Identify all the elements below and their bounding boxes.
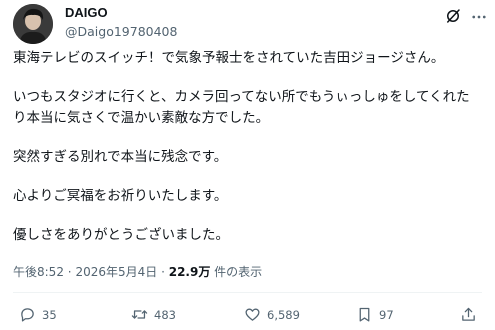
- bookmark-icon: [359, 307, 370, 322]
- views-label: 件の表示: [214, 265, 263, 279]
- more-icon[interactable]: [470, 8, 488, 26]
- tweet-paragraph: 心よりご冥福をお祈りいたします。: [13, 188, 228, 204]
- bookmark-button[interactable]: 97: [356, 306, 394, 323]
- grok-icon[interactable]: [444, 7, 462, 25]
- retweet-count: 483: [154, 307, 176, 322]
- tweet-meta: 午後8:52 · 2026年5月4日 · 22.9万 件の表示: [13, 263, 262, 281]
- tweet-paragraph: いつもスタジオに行くと、カメラ回ってない所でもうぃっしゅをしてくれたり本当に気さ…: [13, 89, 470, 126]
- like-button[interactable]: 6,589: [244, 306, 300, 323]
- like-icon: [245, 308, 260, 321]
- bookmark-count: 97: [379, 307, 394, 322]
- author-handle[interactable]: @Daigo19780408: [65, 23, 177, 40]
- reply-button[interactable]: 35: [19, 306, 57, 323]
- tweet-paragraph: 優しさをありがとうございました。: [13, 227, 229, 243]
- reply-count: 35: [42, 307, 57, 322]
- author-name[interactable]: DAIGO: [65, 4, 108, 22]
- retweet-button[interactable]: 483: [131, 306, 176, 323]
- retweet-icon: [131, 310, 148, 319]
- meta-separator: ·: [67, 265, 72, 279]
- tweet-card: DAIGO @Daigo19780408 東海テレビのスイッチ！で気象予報士をさ…: [0, 0, 495, 330]
- tweet-paragraph: 突然すぎる別れで本当に残念です。: [13, 149, 228, 165]
- share-button[interactable]: [460, 306, 483, 323]
- tweet-paragraph: 東海テレビのスイッチ！で気象予報士をされていた吉田ジョージさん。: [13, 50, 445, 66]
- post-time[interactable]: 午後8:52: [13, 265, 64, 279]
- meta-separator: ·: [161, 265, 165, 279]
- avatar[interactable]: [13, 4, 53, 44]
- post-date[interactable]: 2026年5月4日: [75, 265, 157, 279]
- divider: [13, 292, 482, 293]
- views-count[interactable]: 22.9万: [169, 265, 211, 279]
- tweet-text: 東海テレビのスイッチ！で気象予報士をされていた吉田ジョージさん。 いつもスタジオ…: [13, 48, 483, 264]
- action-bar: 35 483 6,589 97: [0, 306, 495, 326]
- share-icon: [462, 307, 475, 321]
- like-count: 6,589: [267, 307, 300, 322]
- reply-icon: [21, 308, 34, 322]
